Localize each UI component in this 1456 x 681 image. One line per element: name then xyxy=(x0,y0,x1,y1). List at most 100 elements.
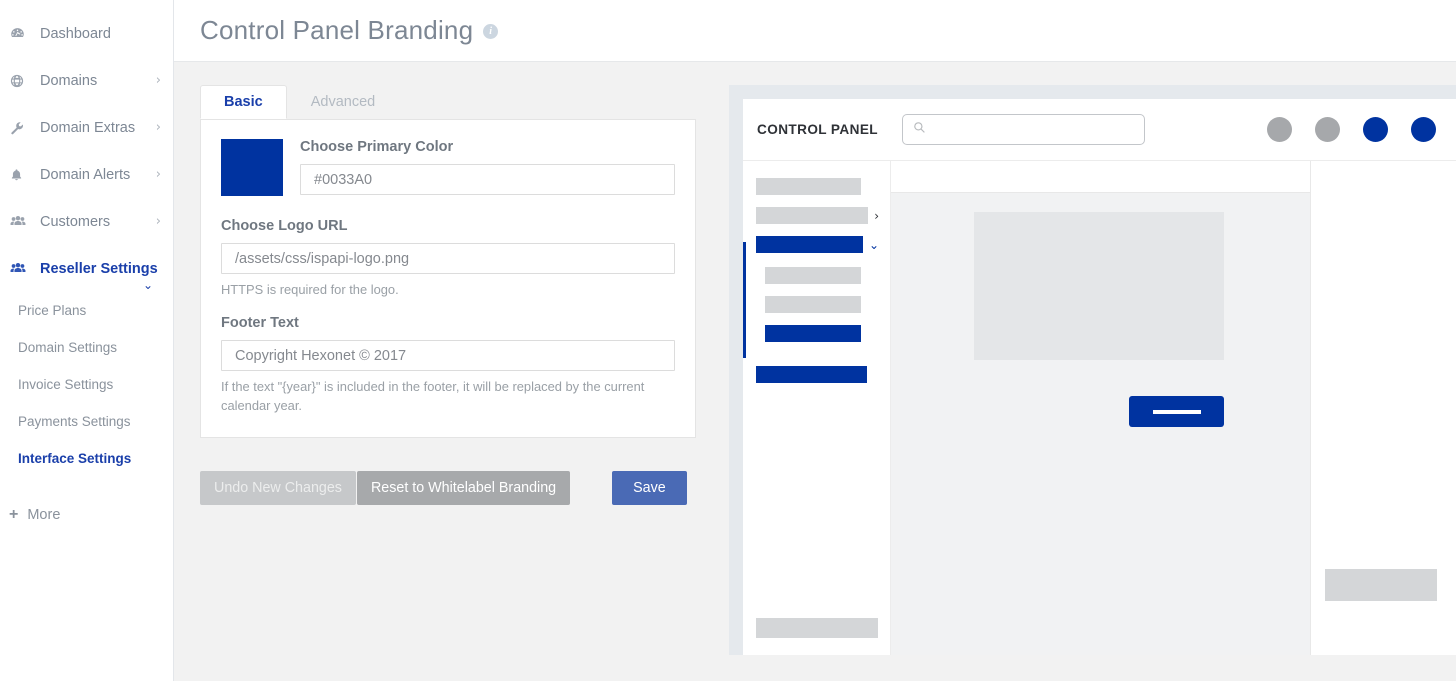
preview-topbar: CONTROL PANEL xyxy=(743,99,1456,161)
footer-text-help: If the text "{year}" is included in the … xyxy=(221,379,645,413)
search-icon xyxy=(913,121,926,139)
sidebar-item-customers[interactable]: Customers › xyxy=(0,198,173,245)
users-icon xyxy=(10,262,32,275)
sidebar-item-label: Domain Extras xyxy=(40,119,136,136)
preview-right-column xyxy=(1310,161,1456,655)
sidebar-item-invoice-settings[interactable]: Invoice Settings xyxy=(0,366,173,403)
preview-sidebar-footer-block xyxy=(756,618,878,638)
preview-right-block xyxy=(1325,569,1437,601)
sidebar-item-dashboard[interactable]: Dashboard xyxy=(0,10,173,57)
preview-sidebar-row[interactable]: › xyxy=(743,201,890,230)
main-area: Control Panel Branding i Basic Advanced C… xyxy=(174,0,1456,681)
preview-content xyxy=(891,161,1310,655)
sidebar-item-label: Customers xyxy=(40,213,111,230)
sidebar-item-domain-settings[interactable]: Domain Settings xyxy=(0,329,173,366)
preview-avatar-circle[interactable] xyxy=(1363,117,1388,142)
preview-sidebar-rows: › ⌄ xyxy=(743,172,890,389)
primary-color-field-group: Choose Primary Color xyxy=(300,139,675,195)
page-title: Control Panel Branding i xyxy=(200,15,499,46)
primary-color-label: Choose Primary Color xyxy=(300,139,454,155)
chevron-right-icon: › xyxy=(155,120,161,135)
preview-sidebar-row[interactable] xyxy=(743,360,890,389)
sidebar-item-domain-alerts[interactable]: Domain Alerts › xyxy=(0,151,173,198)
branding-form-card: Choose Primary Color Choose Logo URL HTT… xyxy=(200,119,696,438)
preview-sidebar-row-bar xyxy=(765,267,861,284)
globe-icon xyxy=(10,74,32,88)
sidebar-item-more[interactable]: + More xyxy=(0,491,173,538)
info-icon[interactable]: i xyxy=(483,24,499,39)
preview-body: › ⌄ xyxy=(743,161,1456,655)
preview-sidebar-row[interactable]: ⌄ xyxy=(743,230,890,259)
tab-basic[interactable]: Basic xyxy=(200,85,287,119)
sidebar-subitem-label: Domain Settings xyxy=(18,340,118,355)
sidebar-item-payments-settings[interactable]: Payments Settings xyxy=(0,403,173,440)
plus-icon: + xyxy=(9,505,19,523)
primary-color-input[interactable] xyxy=(300,164,675,195)
page-title-text: Control Panel Branding xyxy=(200,15,474,45)
preview-sidebar: › ⌄ xyxy=(743,161,891,655)
tab-bar: Basic Advanced xyxy=(200,85,399,119)
preview-content-block xyxy=(974,212,1224,360)
sidebar-item-label: Domains xyxy=(40,72,98,89)
sidebar-subitem-label: Interface Settings xyxy=(18,451,132,466)
dashboard-icon xyxy=(10,26,32,41)
tab-label: Advanced xyxy=(310,94,376,110)
sidebar-item-interface-settings[interactable]: Interface Settings xyxy=(0,440,173,477)
preview-frame: CONTROL PANEL › ⌄ xyxy=(743,99,1456,655)
sidebar-item-domains[interactable]: Domains › xyxy=(0,57,173,104)
bell-icon xyxy=(10,168,32,182)
preview-sidebar-row-bar xyxy=(756,207,869,224)
preview-search-input[interactable] xyxy=(902,114,1145,145)
preview-content-toolbar xyxy=(891,161,1310,193)
preview-primary-button-label xyxy=(1152,409,1201,414)
preview-sidebar-row-bar xyxy=(756,178,861,195)
logo-url-label: Choose Logo URL xyxy=(221,218,348,234)
logo-url-help: HTTPS is required for the logo. xyxy=(221,282,399,297)
chevron-right-icon: › xyxy=(155,73,161,88)
sidebar-item-domain-extras[interactable]: Domain Extras › xyxy=(0,104,173,151)
form-actions: Undo New Changes Reset to Whitelabel Bra… xyxy=(200,471,687,505)
tab-advanced[interactable]: Advanced xyxy=(287,85,400,119)
sidebar-item-reseller-settings[interactable]: Reseller Settings xyxy=(0,245,173,292)
sidebar-item-label: Reseller Settings xyxy=(40,260,158,277)
preview-sidebar-row-bar xyxy=(765,296,861,313)
preview-avatar-circle[interactable] xyxy=(1315,117,1340,142)
app-root: Dashboard Domains › Domain Extras › Doma… xyxy=(0,0,1456,681)
sidebar-item-price-plans[interactable]: Price Plans xyxy=(0,292,173,329)
wrench-icon xyxy=(10,121,32,135)
users-icon xyxy=(10,215,32,228)
sidebar-more-label: More xyxy=(27,506,61,523)
preview-active-rail xyxy=(743,242,746,358)
sidebar-subitem-label: Invoice Settings xyxy=(18,377,114,392)
save-button[interactable]: Save xyxy=(612,471,687,505)
sidebar-subitem-label: Payments Settings xyxy=(18,414,131,429)
footer-text-label: Footer Text xyxy=(221,315,299,332)
sidebar-item-label: Dashboard xyxy=(40,25,111,42)
tab-label: Basic xyxy=(224,94,263,110)
preview-avatar-group xyxy=(1244,117,1456,142)
primary-color-row: Choose Primary Color xyxy=(221,139,675,196)
preview-sidebar-row-bar xyxy=(756,236,863,253)
preview-logo-text: CONTROL PANEL xyxy=(757,122,878,137)
preview-sidebar-row[interactable] xyxy=(743,261,890,290)
preview-sidebar-row-bar xyxy=(765,325,861,342)
chevron-down-icon[interactable]: ⌄ xyxy=(869,239,879,251)
preview-sidebar-row[interactable] xyxy=(743,290,890,319)
preview-sidebar-row-bar xyxy=(756,366,867,383)
chevron-right-icon[interactable]: › xyxy=(874,210,879,222)
preview-sidebar-row[interactable] xyxy=(743,319,890,348)
chevron-right-icon: › xyxy=(155,167,161,182)
preview-primary-button[interactable] xyxy=(1129,396,1224,427)
reset-to-whitelabel-button[interactable]: Reset to Whitelabel Branding xyxy=(356,471,571,505)
undo-new-changes-button[interactable]: Undo New Changes xyxy=(200,471,356,505)
preview-sidebar-row[interactable] xyxy=(743,172,890,201)
color-swatch[interactable] xyxy=(221,139,283,196)
left-sidebar: Dashboard Domains › Domain Extras › Doma… xyxy=(0,0,174,681)
chevron-right-icon: › xyxy=(155,214,161,229)
footer-text-input[interactable] xyxy=(221,340,675,372)
preview-avatar-circle[interactable] xyxy=(1411,117,1436,142)
page-header: Control Panel Branding i xyxy=(174,0,1456,62)
logo-url-input[interactable] xyxy=(221,243,675,274)
preview-avatar-circle[interactable] xyxy=(1267,117,1292,142)
page-content: Basic Advanced Choose Primary Color Choo… xyxy=(174,62,1456,681)
